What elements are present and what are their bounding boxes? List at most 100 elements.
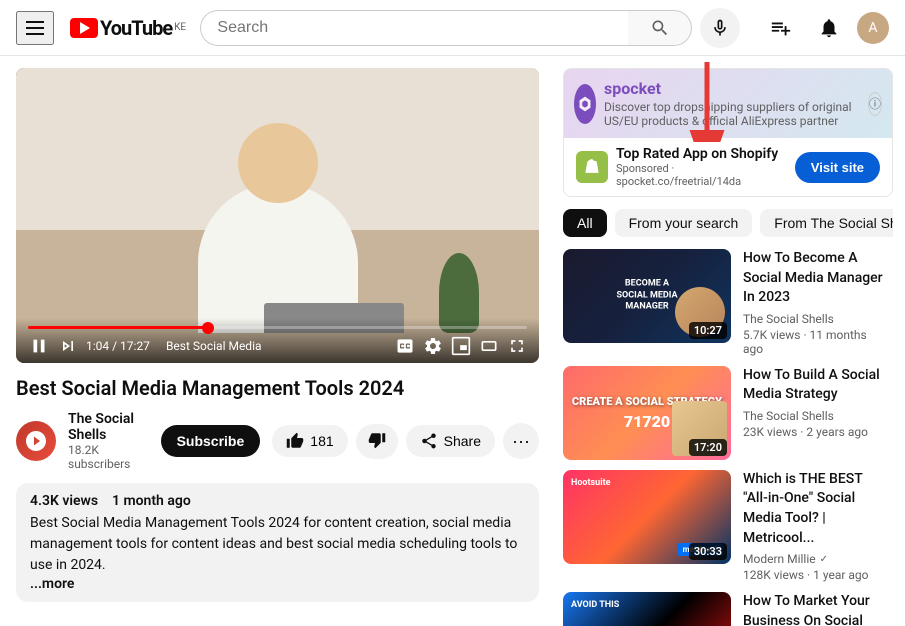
notifications-button[interactable] [809,8,849,48]
ad-info-button[interactable]: ⓘ [868,92,882,116]
header-right: A [761,8,889,48]
thumb-img-4: AVOID THIS [563,592,731,626]
controls-row: 1:04 / 17:27 Best Social Media [28,335,527,357]
video-player[interactable]: 1:04 / 17:27 Best Social Media [16,68,539,363]
progress-fill [28,326,208,329]
channel-row: The Social Shells 18.2K subscribers Subs… [16,411,539,471]
card-title-1: How To Become A Social Media Manager In … [743,249,889,308]
card-meta-3: 128K views · 1 year ago [743,568,889,582]
ad-title: Top Rated App on Shopify [616,146,787,162]
card-channel-3: Modern Millie ✓ [743,552,889,566]
youtube-logo[interactable]: YouTubeKE [70,16,186,40]
search-button[interactable] [628,10,692,46]
youtube-text: YouTube [100,16,172,40]
card-info-1: How To Become A Social Media Manager In … [739,249,893,356]
main-content: 1:04 / 17:27 Best Social Media [0,56,905,626]
related-video-1[interactable]: BECOME ASOCIAL MEDIAMANAGER 10:27 How To… [563,249,893,356]
thumbnail-4: AVOID THIS [563,592,731,626]
mic-button[interactable] [700,8,740,48]
duration-2: 17:20 [689,439,727,456]
country-code: KE [174,22,186,33]
settings-button[interactable] [423,336,443,356]
related-video-3[interactable]: Hootsuite metricool 30:33 Which is THE B… [563,470,893,582]
duration-1: 10:27 [689,322,727,339]
subscribe-button[interactable]: Subscribe [161,425,261,457]
ad-description: Discover top dropshipping suppliers of o… [604,100,860,128]
card-info-3: Which is THE BEST "All-in-One" Social Me… [739,470,893,582]
tab-from-search[interactable]: From your search [615,209,753,237]
dislike-button[interactable] [356,424,398,459]
channel-name[interactable]: The Social Shells [68,411,149,443]
play-triangle [80,22,90,34]
search-input[interactable] [200,10,628,46]
view-count: 4.3K views [30,493,98,509]
red-arrow-indicator [687,62,727,146]
duration-3: 30:33 [689,543,727,560]
share-button[interactable]: Share [406,425,495,457]
right-panel: spocket Discover top dropshipping suppli… [555,56,905,626]
ad-bottom-info: Top Rated App on Shopify Sponsored · spo… [616,146,787,188]
controls-right [395,336,527,356]
card-info-4: How To Market Your Business On Social Me… [739,592,893,626]
ad-text: spocket Discover top dropshipping suppli… [604,79,860,128]
video-meta: 4.3K views 1 month ago Best Social Media… [16,483,539,602]
fullscreen-button[interactable] [507,336,527,356]
search-bar [200,8,740,48]
views-time: 4.3K views 1 month ago [30,493,525,509]
card-title-4: How To Market Your Business On Social Me… [743,592,889,626]
create-button[interactable] [761,8,801,48]
channel-avatar[interactable] [16,421,56,461]
related-video-4[interactable]: AVOID THIS How To Market Your Business O… [563,592,893,626]
ad-sponsored: Sponsored · spocket.co/freetrial/14da [616,162,787,188]
channel-subs: 18.2K subscribers [68,443,149,471]
more-options-button[interactable]: ··· [503,423,539,459]
verified-icon-3: ✓ [820,554,828,565]
card-channel-2: The Social Shells [743,409,889,423]
menu-button[interactable] [16,11,54,45]
avatar[interactable]: A [857,12,889,44]
time-display: 1:04 / 17:27 [86,339,150,353]
subtitles-button[interactable] [395,336,415,356]
thumbnail-3: Hootsuite metricool 30:33 [563,470,731,564]
video-controls: 1:04 / 17:27 Best Social Media [16,318,539,363]
channel-info: The Social Shells 18.2K subscribers [68,411,149,471]
next-button[interactable] [58,336,78,356]
spocket-logo-icon [574,84,596,124]
card-meta-2: 23K views · 2 years ago [743,425,889,439]
like-button[interactable]: 181 [272,425,347,457]
related-video-2[interactable]: CREATE A SOCIAL STRATEGY 71720 17:20 How… [563,366,893,460]
card-title-3: Which is THE BEST "All-in-One" Social Me… [743,470,889,548]
miniplayer-button[interactable] [451,336,471,356]
progress-bar[interactable] [28,326,527,329]
ad-bottom: Top Rated App on Shopify Sponsored · spo… [564,138,892,196]
tab-from-channel[interactable]: From The Social Shells [760,209,893,237]
play-pause-button[interactable] [28,335,50,357]
video-title-small: Best Social Media [166,339,262,353]
ad-banner: spocket Discover top dropshipping suppli… [563,68,893,197]
left-panel: 1:04 / 17:27 Best Social Media [0,56,555,626]
header: YouTubeKE A [0,0,905,56]
video-age: 1 month ago [112,493,191,509]
card-channel-1: The Social Shells [743,312,889,326]
shopify-icon [576,151,608,183]
card-info-2: How To Build A Social Media Strategy The… [739,366,893,460]
header-left: YouTubeKE [16,11,186,45]
ad-top: spocket Discover top dropshipping suppli… [564,69,892,138]
like-count: 181 [310,433,333,449]
total-time: 17:27 [120,339,150,353]
show-more-button[interactable]: ...more [30,576,74,592]
share-label: Share [444,433,481,449]
progress-dot [202,322,214,334]
card-meta-1: 5.7K views · 11 months ago [743,328,889,356]
video-description: Best Social Media Management Tools 2024 … [30,513,525,576]
card-title-2: How To Build A Social Media Strategy [743,366,889,405]
visit-site-button[interactable]: Visit site [795,152,880,183]
spocket-brand: spocket [604,79,860,98]
tab-all[interactable]: All [563,209,607,237]
thumbnail-2: CREATE A SOCIAL STRATEGY 71720 17:20 [563,366,731,460]
video-title: Best Social Media Management Tools 2024 [16,375,539,401]
action-buttons: 181 Share ··· [272,423,539,459]
current-time: 1:04 [86,339,109,353]
filter-tabs: All From your search From The Social She… [563,209,893,237]
theater-button[interactable] [479,336,499,356]
